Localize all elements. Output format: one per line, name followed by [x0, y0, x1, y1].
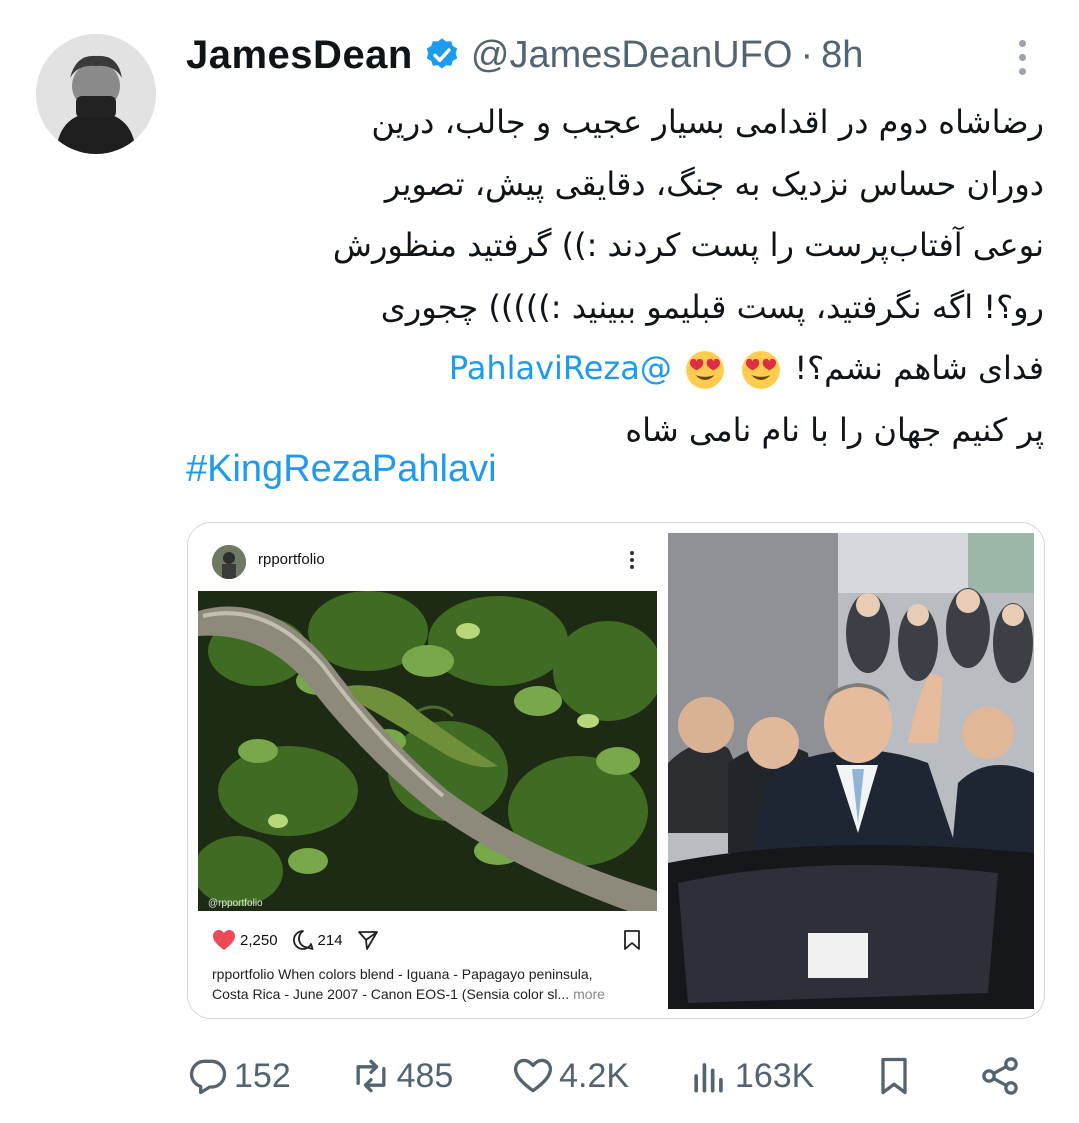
tweet-actions: 152 485 4.2K 163K	[186, 1049, 1026, 1103]
insta-comments-count: 214	[317, 931, 343, 949]
author-name[interactable]: JamesDean	[186, 33, 413, 78]
insta-more-link: more	[573, 986, 605, 1002]
tweet-time[interactable]: 8h	[821, 34, 863, 77]
tweet-header: JamesDean @JamesDeanUFO · 8h	[186, 28, 1039, 82]
tweet-text-line: رضاشاه دوم در اقدامی بسیار عجیب و جالب، …	[371, 103, 1044, 141]
like-count: 4.2K	[559, 1056, 630, 1095]
tweet-text-line: نوعی آفتاب‌پرست را پست کردند :)) گرفتید …	[332, 226, 1044, 264]
embedded-instagram-post[interactable]: rpportfolio @rpportfolio 2,250 214 rppor…	[188, 523, 661, 1018]
insta-watermark: @rpportfolio	[208, 898, 263, 909]
insta-caption-line: rpportfolio When colors blend - Iguana -…	[212, 966, 593, 982]
separator-dot: ·	[800, 33, 814, 76]
insta-caption: rpportfolio When colors blend - Iguana -…	[212, 964, 642, 1004]
author-avatar[interactable]	[36, 34, 156, 154]
tweet-media[interactable]: rpportfolio @rpportfolio 2,250 214 rppor…	[187, 522, 1045, 1019]
reply-count: 152	[234, 1056, 291, 1095]
share-button[interactable]	[978, 1054, 1026, 1098]
insta-save-icon	[624, 930, 640, 950]
mention-link[interactable]: @PahlaviReza	[449, 349, 672, 387]
reply-icon	[189, 1059, 227, 1095]
share-icon	[982, 1057, 1018, 1095]
more-icon[interactable]	[1019, 40, 1029, 75]
repost-count: 485	[396, 1056, 454, 1095]
heart-eyes-emoji-icon	[742, 351, 781, 389]
bookmark-icon	[881, 1057, 907, 1095]
insta-heart-icon	[213, 930, 235, 950]
views-icon	[694, 1063, 723, 1093]
tweet-body: رضاشاه دوم در اقدامی بسیار عجیب و جالب، …	[186, 92, 1044, 461]
insta-avatar	[212, 545, 246, 579]
tweet-text-segment: فدای شاهم نشم؟!	[794, 349, 1044, 387]
tweet-text-line: رو؟! اگه نگرفتید، پست قبلیمو ببینید :)))…	[380, 287, 1044, 326]
insta-username: rpportfolio	[258, 551, 325, 568]
repost-button[interactable]: 485	[349, 1054, 454, 1098]
tweet-text-line: فدای شاهم نشم؟! @PahlaviReza	[186, 338, 1044, 400]
author-handle[interactable]: @JamesDeanUFO	[471, 34, 793, 77]
insta-likes-count: 2,250	[240, 931, 278, 949]
heart-eyes-emoji-icon	[686, 351, 724, 389]
insta-more-icon	[630, 551, 634, 569]
reply-button[interactable]: 152	[186, 1054, 291, 1098]
insta-share-icon	[357, 931, 378, 950]
insta-comment-icon	[292, 930, 313, 950]
insta-actions: 2,250 214	[212, 927, 641, 953]
tweet-text-line: دوران حساس نزدیک به جنگ، دقایقی پیش، تصو…	[384, 164, 1044, 203]
verified-badge-icon	[426, 38, 458, 69]
views-count: 163K	[734, 1056, 815, 1095]
insta-caption-line: Costa Rica - June 2007 - Canon EOS-1 (Se…	[212, 984, 642, 1004]
bookmark-button[interactable]	[872, 1054, 920, 1098]
crowd-photo	[668, 533, 1034, 1009]
hashtag-link[interactable]: #KingRezaPahlavi	[186, 448, 497, 491]
like-icon	[514, 1058, 553, 1093]
like-button[interactable]: 4.2K	[511, 1054, 629, 1098]
insta-caption-text: Costa Rica - June 2007 - Canon EOS-1 (Se…	[212, 986, 570, 1002]
iguana-photo	[198, 591, 657, 911]
views-button[interactable]: 163K	[687, 1054, 814, 1098]
repost-icon	[356, 1059, 386, 1093]
